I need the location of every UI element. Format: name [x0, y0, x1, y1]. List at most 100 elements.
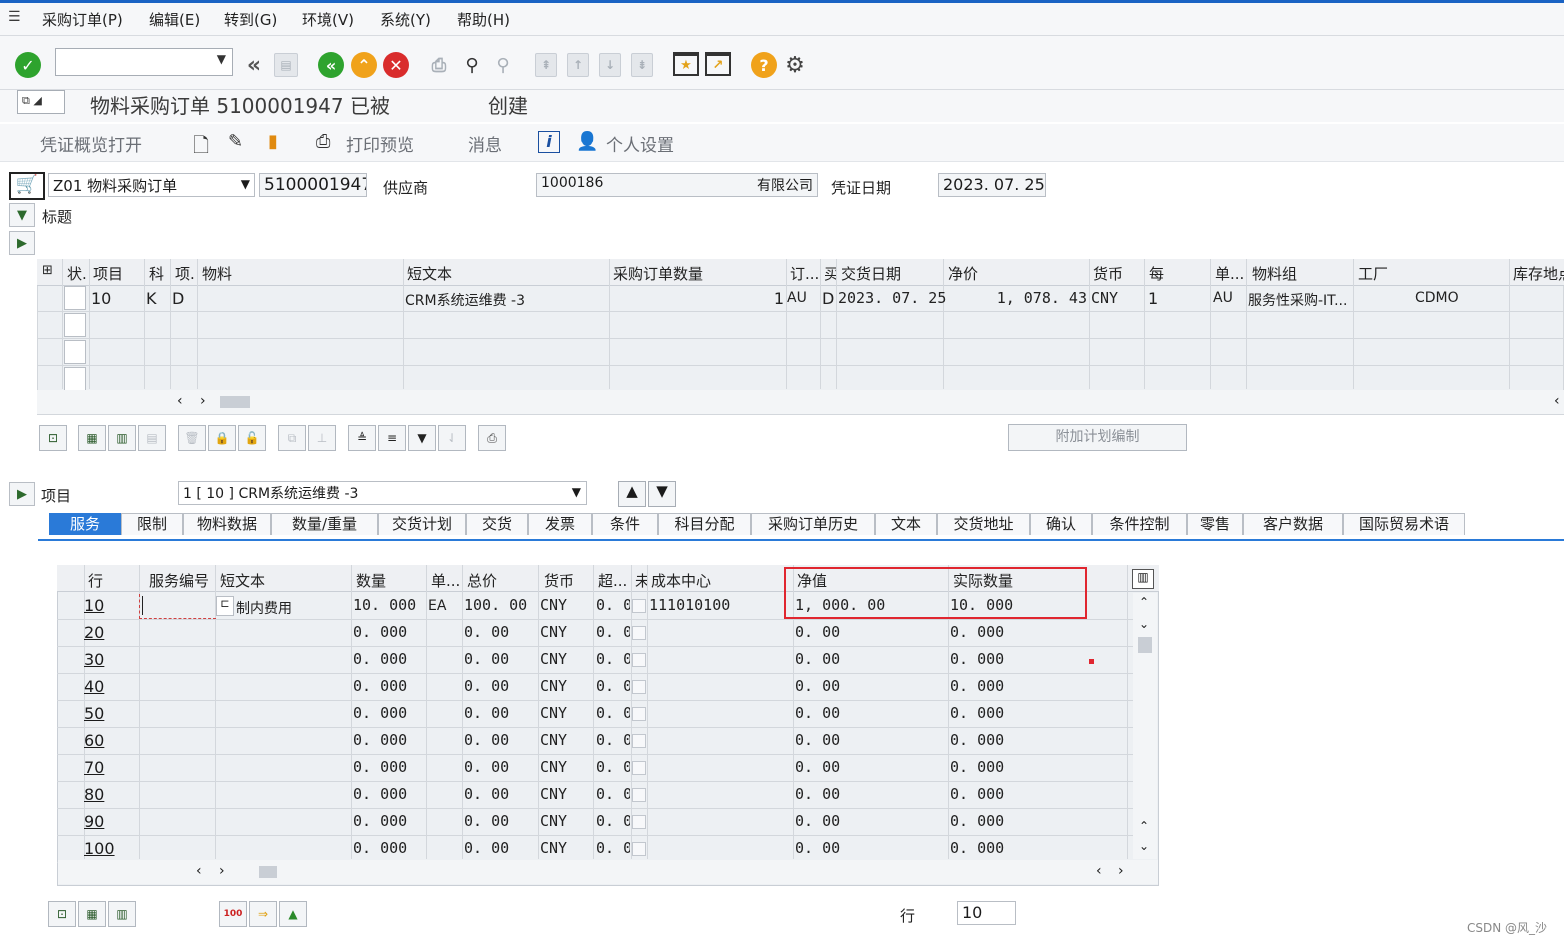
line-link[interactable]: 90 [84, 812, 134, 831]
item-short-text[interactable]: CRM系统运维费 -3 [405, 290, 525, 310]
col-unit[interactable]: 单... [1215, 263, 1247, 284]
filter-reset-icon[interactable]: ⇃ [438, 425, 466, 451]
col-order-unit-short[interactable]: 订... [790, 263, 822, 284]
service-qty[interactable]: 0. 000 [353, 758, 423, 776]
info-icon[interactable]: i [538, 131, 560, 153]
unplanned-checkbox[interactable] [632, 680, 646, 694]
chart-icon[interactable]: ▲ [279, 901, 307, 927]
scroll-up-icon[interactable]: ⌃ [1139, 595, 1149, 609]
unplanned-checkbox[interactable] [632, 761, 646, 775]
item-currency[interactable]: CNY [1091, 289, 1118, 307]
scroll-up-end-icon[interactable]: ⌃ [1139, 819, 1149, 833]
sort-asc-button[interactable]: ≜ [348, 425, 376, 451]
cancel-icon[interactable]: ✕ [383, 52, 409, 78]
tab-invoice[interactable]: 发票 [528, 513, 592, 535]
tab-customer-data[interactable]: 客户数据 [1243, 513, 1343, 535]
col-storage-location[interactable]: 库存地点 [1513, 263, 1564, 284]
menu-purchase-order[interactable]: 采购订单(P) [42, 9, 123, 30]
service-gross[interactable]: 0. 00 [464, 677, 534, 695]
line-link[interactable]: 60 [84, 731, 134, 750]
row-selector[interactable] [64, 340, 86, 364]
unplanned-checkbox[interactable] [632, 599, 646, 613]
item-overview-toggle-icon[interactable]: ▶ [9, 231, 35, 255]
unplanned-checkbox[interactable] [632, 788, 646, 802]
vertical-scrollbar[interactable]: ⌃ ⌄ ⌃ ⌄ [1133, 593, 1157, 859]
svc-col-gross[interactable]: 总价 [467, 570, 497, 591]
service-actual-qty[interactable]: 0. 000 [950, 785, 1080, 803]
tab-incoterms[interactable]: 国际贸易术语 [1343, 513, 1465, 535]
service-actual-qty[interactable]: 0. 000 [950, 677, 1080, 695]
col-po-qty[interactable]: 采购订单数量 [613, 263, 703, 284]
line-link[interactable]: 50 [84, 704, 134, 723]
tab-retail[interactable]: 零售 [1187, 513, 1243, 535]
row-selector[interactable] [64, 286, 86, 310]
unplanned-checkbox[interactable] [632, 815, 646, 829]
service-net-value[interactable]: 0. 00 [795, 839, 945, 857]
delete-icon[interactable]: 🗑 [178, 425, 206, 451]
service-net-value[interactable]: 0. 00 [795, 677, 945, 695]
menu-edit[interactable]: 编辑(E) [149, 9, 200, 30]
service-qty[interactable]: 0. 000 [353, 704, 423, 722]
tab-account-assignment[interactable]: 科目分配 [658, 513, 751, 535]
tab-conditions[interactable]: 条件 [592, 513, 658, 535]
active-cell[interactable] [139, 594, 216, 619]
col-currency[interactable]: 货币 [1093, 263, 1123, 284]
scroll-right-end-icon[interactable]: › [1118, 863, 1124, 879]
service-qty[interactable]: 0. 000 [353, 677, 423, 695]
messages-button[interactable]: 消息 [468, 131, 502, 156]
service-net-value[interactable]: 0. 00 [795, 812, 945, 830]
service-actual-qty[interactable]: 0. 000 [950, 839, 1080, 857]
settings-icon[interactable]: ⚙ [782, 52, 808, 78]
account-assignment[interactable]: K [146, 289, 157, 308]
item-plant[interactable]: CDMO [1415, 290, 1459, 306]
lock-icon[interactable]: 🔒 [208, 425, 236, 451]
help-icon[interactable]: ? [751, 52, 777, 78]
row-selector[interactable] [64, 313, 86, 337]
col-net-price[interactable]: 净价 [948, 263, 978, 284]
tab-po-history[interactable]: 采购订单历史 [751, 513, 875, 535]
service-qty[interactable]: 0. 000 [353, 812, 423, 830]
screen-menu-icon[interactable]: ⧉ ◢ [17, 90, 65, 114]
service-net-value[interactable]: 0. 00 [795, 704, 945, 722]
service-details-button[interactable]: ⊡ [48, 901, 76, 927]
chevron-down-icon[interactable]: ▼ [217, 52, 226, 66]
unplanned-checkbox[interactable] [632, 653, 646, 667]
unplanned-checkbox[interactable] [632, 626, 646, 640]
tab-limits[interactable]: 限制 [121, 513, 183, 535]
cart-icon[interactable]: 🛒 [9, 172, 45, 200]
command-field[interactable]: ▼ [55, 48, 233, 76]
row-selector[interactable] [64, 367, 86, 391]
menu-help[interactable]: 帮助(H) [457, 9, 510, 30]
extra-plan-button[interactable]: 附加计划编制 [1008, 424, 1187, 451]
service-currency[interactable]: CNY [540, 677, 590, 695]
service-unit[interactable]: EA [428, 598, 460, 614]
vendor-field[interactable]: 1000186 有限公司 [536, 173, 818, 197]
scroll-thumb[interactable] [259, 866, 277, 878]
svc-col-service-no[interactable]: 服务编号 [149, 570, 209, 591]
service-net-value[interactable]: 0. 00 [795, 731, 945, 749]
item-number[interactable]: 10 [91, 289, 111, 308]
chevron-down-icon[interactable]: ▼ [572, 485, 581, 499]
glasses-icon[interactable]: ✎ [228, 131, 243, 152]
print-icon[interactable]: ⎙ [426, 52, 452, 78]
item-delivery-date[interactable]: 2023. 07. 25 [838, 289, 946, 307]
tab-material-data[interactable]: 物料数据 [183, 513, 271, 535]
scroll-right-icon[interactable]: › [219, 863, 225, 879]
service-net-value[interactable]: 0. 00 [795, 785, 945, 803]
service-overfulfil[interactable]: 0. 0 [596, 596, 630, 614]
sort-desc-button[interactable]: ≡ [378, 425, 406, 451]
service-actual-qty[interactable]: 0. 000 [950, 758, 1080, 776]
line-link[interactable]: 100 [84, 839, 134, 858]
print-list-button[interactable]: ⎙ [478, 425, 506, 451]
hold-icon[interactable]: ▮ [268, 131, 278, 152]
col-date-cat[interactable]: 买 [824, 263, 836, 284]
service-horizontal-scrollbar[interactable]: ‹ › ‹ › [58, 860, 1158, 884]
service-currency[interactable]: CNY [540, 650, 590, 668]
col-material[interactable]: 物料 [202, 263, 232, 284]
svc-col-overfulfil[interactable]: 超... [598, 570, 630, 591]
item-net-price[interactable]: 1, 078. 43 [945, 289, 1087, 307]
service-deselect-button[interactable]: ▥ [108, 901, 136, 927]
svc-col-unplanned[interactable]: 未 [635, 570, 647, 591]
service-actual-qty[interactable]: 0. 000 [950, 812, 1080, 830]
service-qty[interactable]: 0. 000 [353, 785, 423, 803]
